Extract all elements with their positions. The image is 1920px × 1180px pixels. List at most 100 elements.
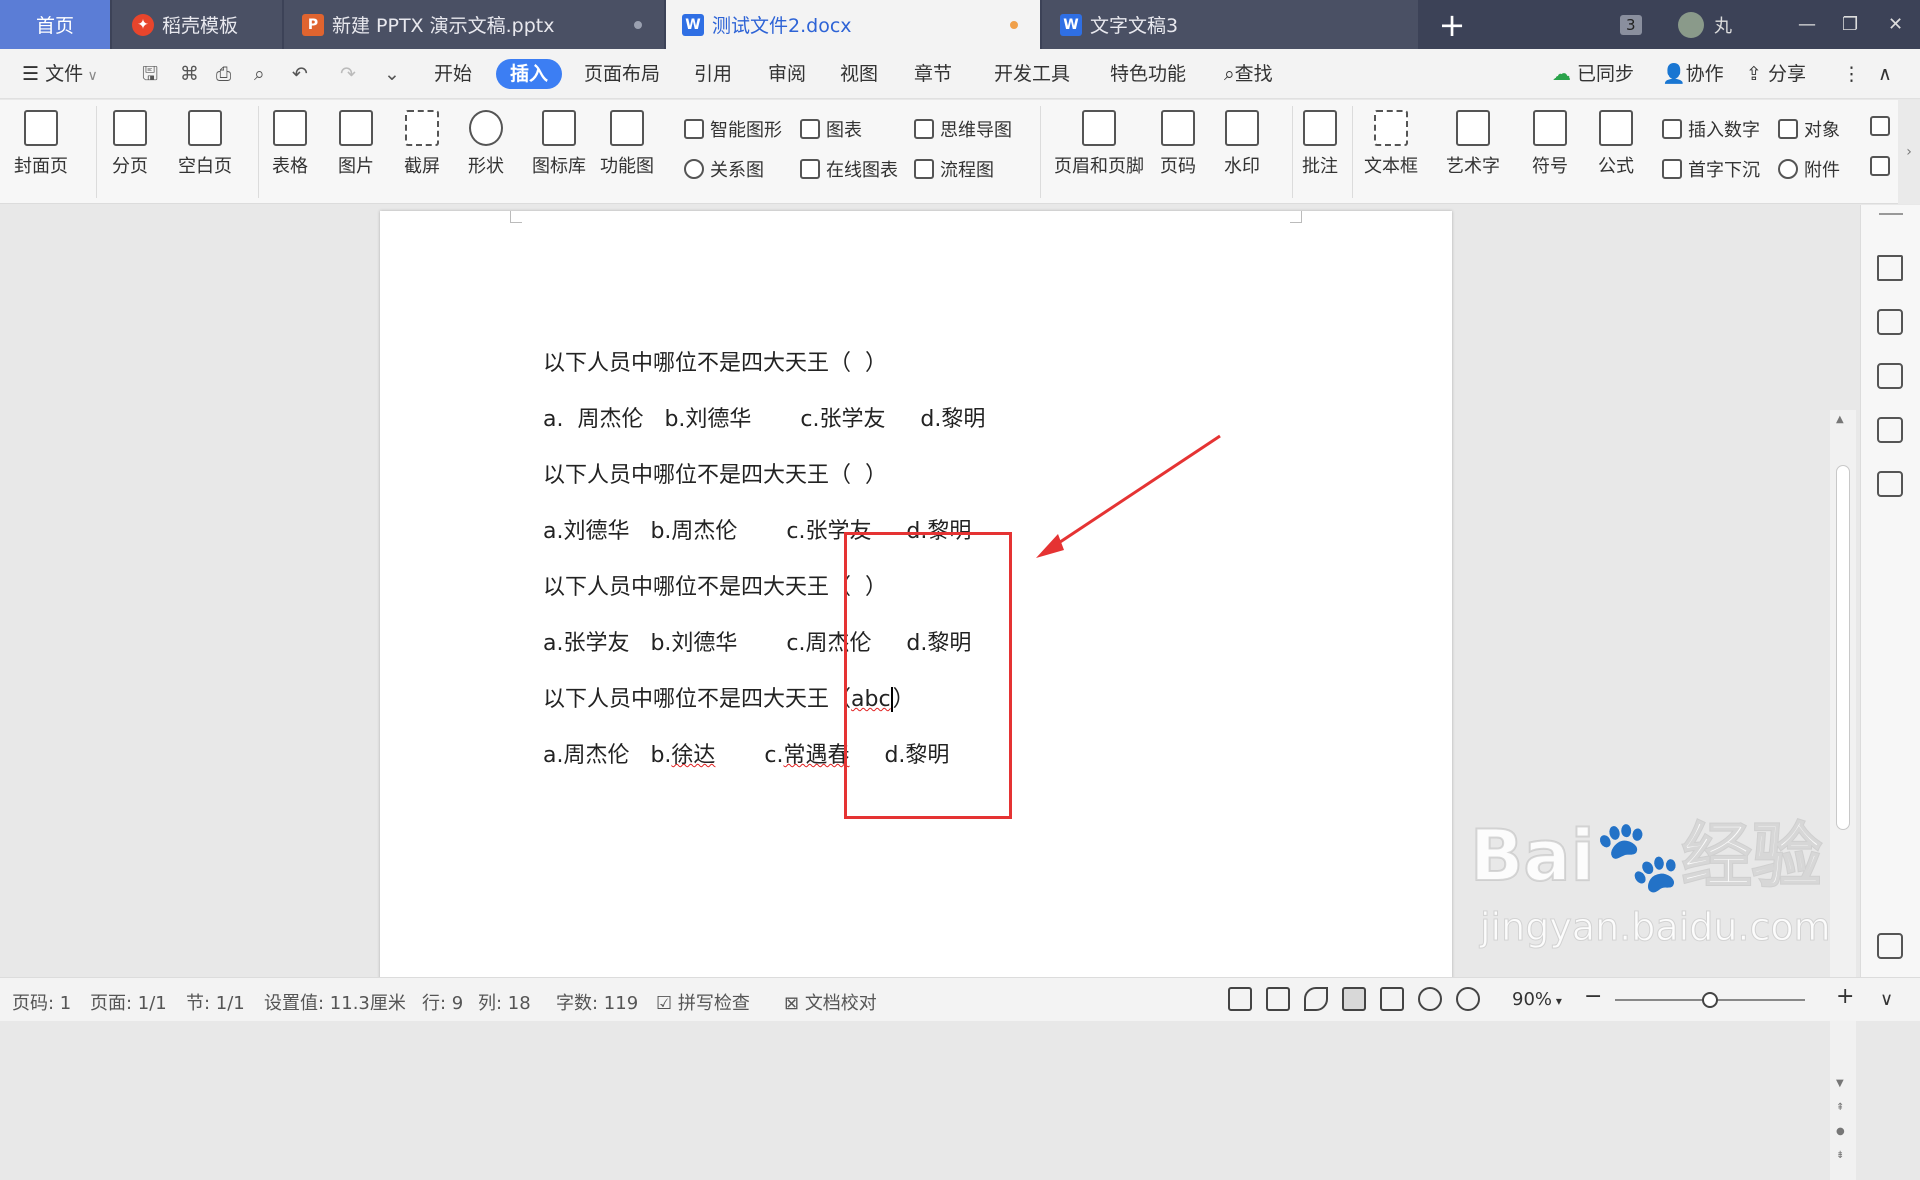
menu-dev-tools[interactable]: 开发工具 — [994, 59, 1070, 89]
pen-icon[interactable] — [1877, 255, 1903, 281]
eye-protect-icon[interactable] — [1456, 987, 1480, 1011]
attachment-button[interactable]: 附件 — [1778, 156, 1840, 182]
question-line-1[interactable]: 以下人员中哪位不是四大天王（ ） — [543, 345, 887, 377]
tab-pptx[interactable]: P 新建 PPTX 演示文稿.pptx — [284, 0, 664, 49]
sync-status[interactable]: ☁ 已同步 — [1552, 59, 1634, 89]
vertical-scrollbar[interactable]: ▲ ▼ ⇞ ● ⇟ — [1830, 410, 1856, 1180]
zoom-in-icon[interactable]: + — [1836, 984, 1854, 1009]
window-count[interactable]: 3 — [1620, 0, 1642, 49]
ribbon-scroll-right-icon[interactable]: › — [1898, 100, 1920, 204]
file-menu[interactable]: ☰ 文件 ∨ — [22, 59, 98, 89]
fullscreen-icon[interactable] — [1228, 987, 1252, 1011]
zoom-out-icon[interactable]: − — [1584, 984, 1602, 1009]
insert-number-button[interactable]: 插入数字 — [1662, 116, 1760, 142]
blank-page-button[interactable]: 空白页 — [178, 110, 232, 178]
tab-close-dot[interactable] — [634, 21, 642, 29]
menu-start[interactable]: 开始 — [434, 59, 472, 89]
collapse-ribbon-icon[interactable]: ∧ — [1878, 59, 1892, 89]
web-view-icon[interactable] — [1418, 987, 1442, 1011]
status-page[interactable]: 页码: 1 — [12, 989, 71, 1015]
chart-button[interactable]: 图表 — [800, 116, 862, 142]
status-setting[interactable]: 设置值: 11.3厘米 — [264, 989, 406, 1015]
scroll-thumb[interactable] — [1836, 465, 1850, 830]
shape-button[interactable]: 形状 — [468, 110, 504, 178]
header-footer-button[interactable]: 页眉和页脚 — [1054, 110, 1144, 178]
customize-icon[interactable]: ⌄ — [384, 59, 400, 89]
status-words[interactable]: 字数: 119 — [556, 989, 638, 1015]
doc-parts-icon[interactable] — [1870, 156, 1896, 176]
online-chart-button[interactable]: 在线图表 — [800, 156, 898, 182]
tab-home[interactable]: 首页 — [0, 0, 110, 49]
format-painter-icon[interactable]: ⌘ — [180, 59, 199, 89]
smartart-button[interactable]: 智能图形 — [684, 116, 782, 142]
collapse-status-icon[interactable]: ∨ — [1880, 989, 1893, 1010]
spell-check-button[interactable]: ☑ 拼写检查 — [656, 989, 750, 1015]
picture-button[interactable]: 图片 — [338, 110, 374, 178]
close-icon[interactable]: ✕ — [1888, 0, 1903, 49]
drop-cap-button[interactable]: 首字下沉 — [1662, 156, 1760, 182]
collab-button[interactable]: 👤协作 — [1662, 59, 1724, 89]
sliders-icon[interactable] — [1877, 363, 1903, 389]
table-button[interactable]: 表格 — [272, 110, 308, 178]
share-button[interactable]: ⇪ 分享 — [1746, 59, 1806, 89]
next-page-icon[interactable]: ⇟ — [1836, 1150, 1844, 1161]
menu-view[interactable]: 视图 — [840, 59, 878, 89]
tab-doc3[interactable]: W 文字文稿3 — [1042, 0, 1418, 49]
status-col[interactable]: 列: 18 — [478, 989, 531, 1015]
tab-daoke[interactable]: ✦ 稻壳模板 — [112, 0, 282, 49]
image-icon[interactable] — [1877, 471, 1903, 497]
function-chart-button[interactable]: 功能图 — [600, 110, 654, 178]
formula-button[interactable]: 公式 — [1598, 110, 1634, 178]
minimize-icon[interactable]: — — [1798, 0, 1816, 49]
cover-page-button[interactable]: 封面页 — [14, 110, 68, 178]
page-number-button[interactable]: 页码 — [1160, 110, 1196, 178]
symbol-button[interactable]: 符号 — [1532, 110, 1568, 178]
menu-reference[interactable]: 引用 — [694, 59, 732, 89]
undo-icon[interactable]: ↶ — [292, 59, 308, 89]
question-line-2[interactable]: 以下人员中哪位不是四大天王（ ） — [543, 457, 887, 489]
user-avatar[interactable]: 丸 — [1678, 0, 1732, 49]
pointer-icon[interactable] — [1877, 309, 1903, 335]
screenshot-button[interactable]: 截屏 — [404, 110, 440, 178]
select-browse-icon[interactable]: ● — [1836, 1126, 1845, 1137]
flowchart-button[interactable]: 流程图 — [914, 156, 994, 182]
date-icon[interactable] — [1870, 116, 1896, 136]
icon-library-button[interactable]: 图标库 — [532, 110, 586, 178]
status-pages[interactable]: 页面: 1/1 — [90, 989, 167, 1015]
search-button[interactable]: ⌕查找 — [1224, 59, 1273, 89]
art-text-button[interactable]: 艺术字 — [1446, 110, 1500, 178]
more-icon[interactable]: ⋮ — [1842, 59, 1861, 89]
page-break-button[interactable]: 分页 — [112, 110, 148, 178]
lock-icon[interactable] — [1877, 417, 1903, 443]
textbox-button[interactable]: 文本框 — [1364, 110, 1418, 178]
prev-page-icon[interactable]: ⇞ — [1836, 1102, 1844, 1113]
menu-page-layout[interactable]: 页面布局 — [584, 59, 660, 89]
relation-button[interactable]: 关系图 — [684, 156, 764, 182]
new-tab-button[interactable]: + — [1430, 0, 1474, 49]
read-mode-icon[interactable] — [1266, 987, 1290, 1011]
scroll-down-icon[interactable]: ▼ — [1836, 1078, 1844, 1089]
zoom-dropdown[interactable]: 90% ▾ — [1512, 989, 1562, 1010]
mindmap-button[interactable]: 思维导图 — [914, 116, 1012, 142]
object-button[interactable]: 对象 — [1778, 116, 1840, 142]
proofread-button[interactable]: ⊠ 文档校对 — [784, 989, 877, 1015]
status-row[interactable]: 行: 9 — [422, 989, 463, 1015]
menu-review[interactable]: 审阅 — [768, 59, 806, 89]
edit-mode-icon[interactable] — [1304, 987, 1328, 1011]
watermark-button[interactable]: 水印 — [1224, 110, 1260, 178]
menu-features[interactable]: 特色功能 — [1110, 59, 1186, 89]
print-preview-icon[interactable]: ⌕ — [254, 59, 265, 89]
restore-icon[interactable]: ❐ — [1842, 0, 1858, 49]
print-icon[interactable]: ⎙ — [216, 59, 231, 89]
save-icon[interactable]: 🖫 — [142, 59, 158, 89]
status-section[interactable]: 节: 1/1 — [186, 989, 245, 1015]
menu-insert[interactable]: 插入 — [496, 59, 563, 89]
page-view-icon[interactable] — [1342, 987, 1366, 1011]
options-line-1[interactable]: a. 周杰伦 b.刘德华 c.张学友 d.黎明 — [543, 401, 985, 433]
scroll-up-icon[interactable]: ▲ — [1836, 414, 1844, 425]
zoom-slider[interactable] — [1615, 992, 1805, 1008]
tab-docx-active[interactable]: W 测试文件2.docx — [666, 0, 1040, 49]
comment-button[interactable]: 批注 — [1302, 110, 1338, 178]
question-line-3[interactable]: 以下人员中哪位不是四大天王（ ） — [543, 569, 887, 601]
zoom-slider-knob[interactable] — [1702, 992, 1718, 1008]
